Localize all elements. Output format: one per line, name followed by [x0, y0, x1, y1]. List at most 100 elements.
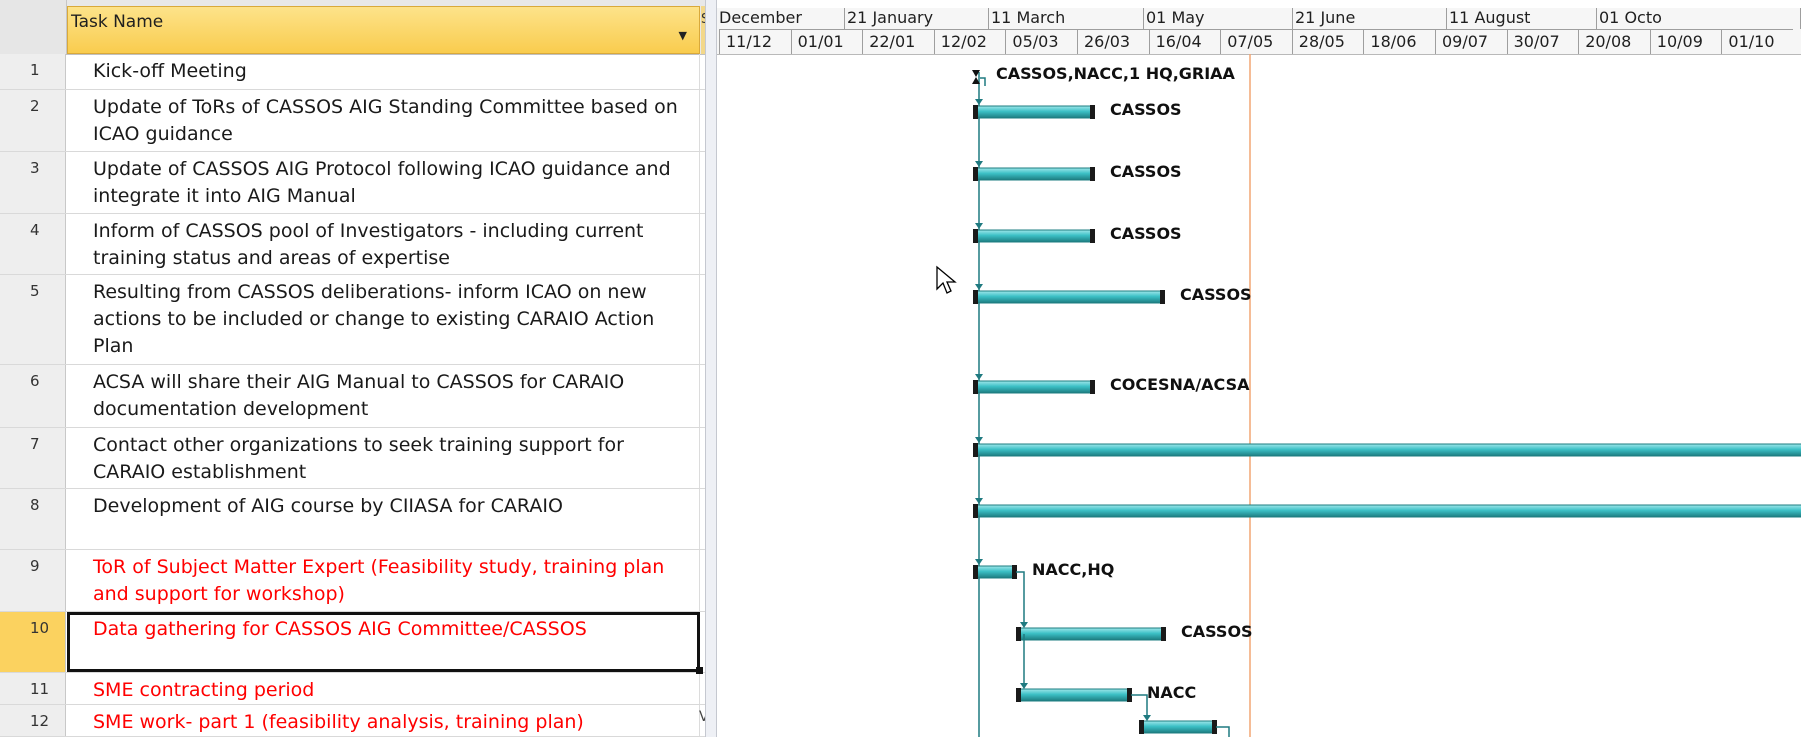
timescale-minor-label: 09/07 [1435, 29, 1507, 54]
task-name-cell[interactable]: Update of ToRs of CASSOS AIG Standing Co… [67, 90, 700, 151]
row-number[interactable]: 12 [0, 705, 66, 736]
timescale-minor-label: 20/08 [1578, 29, 1650, 54]
table-row[interactable]: 9 ToR of Subject Matter Expert (Feasibili… [0, 550, 705, 612]
table-row[interactable]: 10 Data gathering for CASSOS AIG Committe… [0, 612, 705, 673]
select-all-corner[interactable] [0, 0, 67, 54]
timescale-major-label: 21 June [1293, 8, 1447, 29]
timescale-major-label: 21 January [845, 8, 989, 29]
table-row[interactable]: 5 Resulting from CASSOS deliberations- in… [0, 275, 705, 365]
bar-start-marker [973, 380, 978, 394]
dependency-arrowhead [975, 559, 983, 565]
row-number[interactable]: 6 [0, 365, 66, 427]
task-bar[interactable] [973, 504, 1801, 518]
table-row[interactable]: 12 SME work- part 1 (feasibility analysis… [0, 705, 705, 737]
task-bar[interactable] [1016, 688, 1132, 702]
task-name-cell[interactable]: Contact other organizations to seek trai… [67, 428, 700, 488]
row-number[interactable]: 9 [0, 550, 66, 611]
fill-handle[interactable] [696, 667, 703, 674]
table-row[interactable]: 2 Update of ToRs of CASSOS AIG Standing C… [0, 90, 705, 152]
timescale-minor-label: 07/05 [1220, 29, 1292, 54]
task-bar[interactable] [973, 443, 1801, 457]
dependency-link [1016, 571, 1025, 626]
dependency-arrowhead [975, 99, 983, 105]
timescale-minor-label: 10/09 [1649, 29, 1722, 54]
resource-label: CASSOS [1110, 100, 1182, 119]
timescale-minor-label: 12/02 [933, 29, 1006, 54]
bar-end-marker [1160, 290, 1165, 304]
bar-start-marker [973, 167, 978, 181]
table-row[interactable]: 8 Development of AIG course by CIIASA for… [0, 489, 705, 550]
task-bar[interactable] [973, 565, 1017, 579]
timescale-minor-label: 22/01 [862, 29, 934, 54]
task-bar[interactable] [973, 229, 1095, 243]
resource-label: NACC,HQ [1032, 560, 1115, 579]
table-row[interactable]: 7 Contact other organizations to seek tra… [0, 428, 705, 489]
table-row[interactable]: 3 Update of CASSOS AIG Protocol following… [0, 152, 705, 214]
gantt-canvas [972, 54, 1801, 737]
dependency-arrowhead [975, 161, 983, 167]
bar-start-marker [973, 229, 978, 243]
timescale-major-label: 01 Octo [1597, 8, 1801, 29]
bar-end-marker [1090, 229, 1095, 243]
task-bar[interactable] [973, 105, 1095, 119]
dependency-arrowhead [975, 437, 983, 443]
table-row[interactable]: 1 Kick-off Meeting [0, 54, 705, 90]
bar-start-marker [973, 443, 978, 457]
task-name-cell[interactable]: ToR of Subject Matter Expert (Feasibilit… [67, 550, 700, 611]
row-number[interactable]: 1 [0, 54, 66, 89]
bar-end-marker [1090, 380, 1095, 394]
task-bar[interactable] [1139, 720, 1217, 734]
timescale-minor-label: 01/01 [790, 29, 863, 54]
bar-end-marker [1161, 627, 1166, 641]
task-bar[interactable] [1016, 627, 1166, 641]
dependency-link [1216, 726, 1230, 737]
timescale-major-label: December [717, 8, 845, 29]
timescale-major-label: 11 August [1447, 8, 1597, 29]
bar-start-marker [1016, 627, 1021, 641]
timescale-major-label: 11 March [989, 8, 1144, 29]
bar-start-marker [1139, 720, 1144, 734]
timescale-minor-label: 28/05 [1291, 29, 1364, 54]
timescale-minor-label: 05/03 [1005, 29, 1077, 54]
task-name-cell[interactable]: Resulting from CASSOS deliberations- inf… [67, 275, 700, 364]
bar-start-marker [973, 290, 978, 304]
bar-end-marker [1090, 167, 1095, 181]
table-row[interactable]: 6 ACSA will share their AIG Manual to CAS… [0, 365, 705, 428]
task-name-cell[interactable]: Update of CASSOS AIG Protocol following … [67, 152, 700, 213]
row-number[interactable]: 11 [0, 673, 66, 704]
table-row[interactable]: 4 Inform of CASSOS pool of Investigators … [0, 214, 705, 275]
gantt-chart: CASSOS,NACC,1 HQ,GRIAA CASSOS CASSOS CASSOS… [717, 54, 1801, 737]
dependency-arrowhead [975, 374, 983, 380]
resource-label: CASSOS [1110, 162, 1182, 181]
task-name-cell[interactable]: SME work- part 1 (feasibility analysis, … [67, 705, 700, 736]
task-name-column-header[interactable]: Task Name ▼ [67, 6, 700, 54]
table-row[interactable]: 11 SME contracting period [0, 673, 705, 705]
task-name-cell[interactable]: Data gathering for CASSOS AIG Committee/… [67, 612, 700, 672]
resource-label: NACC [1147, 683, 1197, 702]
row-number[interactable]: 2 [0, 90, 66, 151]
task-name-cell[interactable]: SME contracting period [67, 673, 700, 704]
resource-label: CASSOS [1110, 224, 1182, 243]
bar-end-marker [1090, 105, 1095, 119]
chevron-down-icon[interactable]: ▼ [679, 29, 687, 42]
task-bar[interactable] [973, 290, 1165, 304]
task-name-cell[interactable]: Development of AIG course by CIIASA for … [67, 489, 700, 549]
dependency-arrowhead [975, 223, 983, 229]
dependency-arrowhead [975, 498, 983, 504]
row-number[interactable]: 5 [0, 275, 66, 364]
task-bar[interactable] [973, 167, 1095, 181]
row-number[interactable]: 3 [0, 152, 66, 213]
task-name-cell[interactable]: ACSA will share their AIG Manual to CASS… [67, 365, 700, 427]
row-number[interactable]: 4 [0, 214, 66, 274]
row-number[interactable]: 10 [0, 612, 66, 672]
row-number[interactable]: 8 [0, 489, 66, 549]
timescale-minor-label: 18/06 [1363, 29, 1435, 54]
pane-splitter[interactable] [705, 0, 717, 737]
task-bar[interactable] [973, 380, 1095, 394]
task-name-cell[interactable]: Kick-off Meeting [67, 54, 700, 89]
resource-label: CASSOS,NACC,1 HQ,GRIAA [996, 64, 1235, 83]
task-name-cell[interactable]: Inform of CASSOS pool of Investigators -… [67, 214, 700, 274]
timescale-minor-label: 26/03 [1077, 29, 1149, 54]
row-number[interactable]: 7 [0, 428, 66, 488]
mouse-pointer-icon [936, 265, 957, 294]
